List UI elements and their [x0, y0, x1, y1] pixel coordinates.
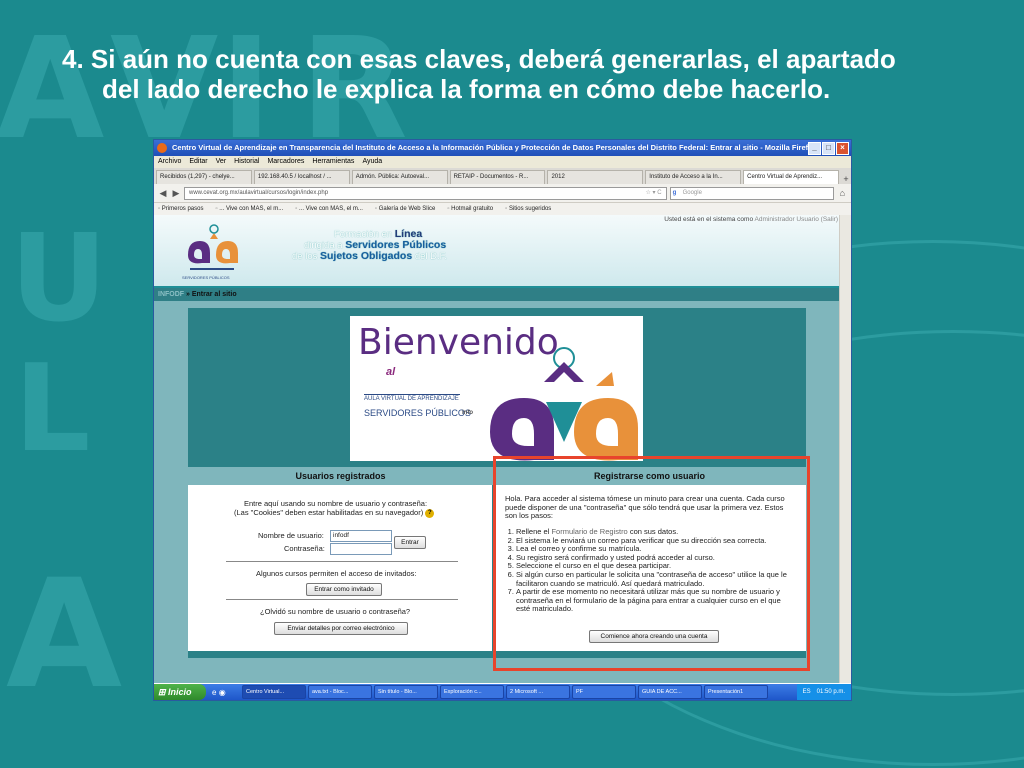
navigation-bar: ◀ ▶ www.cevat.org.mx/aulavirtual/cursos/… [154, 184, 851, 203]
minimize-icon[interactable]: _ [808, 142, 821, 155]
login-panel: Entre aquí usando su nombre de usuario y… [188, 485, 492, 651]
taskbar-item[interactable]: PF [572, 685, 636, 699]
welcome-banner: Bienvenido al AULA VIRTUAL DE APRENDIZAJ… [350, 316, 643, 461]
forgot-text: ¿Olvidó su nombre de usuario o contraseñ… [260, 607, 411, 616]
menu-editar[interactable]: Editar [189, 156, 207, 168]
background-letter: L [14, 340, 91, 479]
menu-bar: Archivo Editar Ver Historial Marcadores … [154, 156, 851, 168]
taskbar-item[interactable]: Sin título - Blo... [374, 685, 438, 699]
login-button[interactable]: Entrar [394, 536, 426, 549]
quick-launch: e ◉ [206, 688, 242, 697]
breadcrumb-separator: » [184, 291, 192, 298]
username-label: Nombre de usuario: [258, 531, 324, 540]
start-button[interactable]: ⊞ Inicio [154, 684, 206, 700]
welcome-al: al [386, 366, 396, 378]
password-label: Contraseña: [284, 544, 325, 553]
search-box[interactable]: g Google [669, 186, 834, 200]
help-icon[interactable]: ? [425, 508, 435, 518]
taskbar-item[interactable]: Centro Virtual... [242, 685, 306, 699]
ava-big-logo [490, 347, 638, 461]
guest-text: Algunos cursos permiten el acceso de inv… [256, 569, 417, 578]
ie-icon[interactable]: e [212, 688, 216, 697]
bookmark-star-icon[interactable]: ☆ ▾ C [646, 188, 662, 199]
welcome-info: info [462, 410, 473, 416]
slogan-part: de los [292, 251, 320, 262]
guest-login-button[interactable]: Entrar como invitado [306, 583, 382, 596]
site-header: Usted está en el sistema como Administra… [154, 215, 840, 288]
slide-title-line1: 4. Si aún no cuenta con esas claves, deb… [62, 44, 896, 74]
taskbar-item[interactable]: GUIA DE ACC... [638, 685, 702, 699]
home-icon[interactable]: ⌂ [840, 188, 845, 198]
logout-link[interactable]: (Salir) [821, 216, 838, 223]
breadcrumb: INFODF » Entrar al sitio [154, 288, 840, 301]
login-intro-2-text: (Las "Cookies" deben estar habilitadas e… [234, 508, 424, 517]
tab-localhost[interactable]: 192.168.40.5 / localhost / ... [253, 170, 350, 184]
password-input[interactable] [330, 543, 392, 555]
window-title: Centro Virtual de Aprendizaje en Transpa… [172, 143, 817, 152]
maximize-icon[interactable]: □ [822, 142, 835, 155]
window-titlebar: Centro Virtual de Aprendizaje en Transpa… [154, 140, 851, 156]
clock: 01:50 p.m. [816, 689, 845, 695]
breadcrumb-current: Entrar al sitio [191, 291, 237, 298]
menu-herramientas[interactable]: Herramientas [312, 156, 354, 168]
forgot-password-button[interactable]: Enviar detalles por correo electrónico [274, 622, 408, 635]
session-text: Usted está en el sistema como [664, 216, 754, 223]
divider [226, 599, 458, 600]
system-tray: ES 01:50 p.m. [796, 684, 851, 700]
logo-caption: SERVIDORES PÚBLICOS [182, 275, 230, 280]
taskbar: ⊞ Inicio e ◉ Centro Virtual... ava.txt -… [154, 684, 851, 700]
google-icon: g [672, 189, 677, 196]
tab-retaip[interactable]: RETAIP - Documentos - R... [449, 170, 546, 184]
divider [226, 561, 458, 562]
welcome-servidores: SERVIDORES PÚBLICOS [364, 408, 471, 418]
firefox-taskbar-icon[interactable]: ◉ [219, 688, 226, 697]
slogan-part: Sujetos Obligados [320, 250, 413, 262]
tab-bar: Recibidos (1,297) - chelye... 192.168.40… [154, 168, 851, 184]
tab-recibidos[interactable]: Recibidos (1,297) - chelye... [156, 170, 252, 184]
tab-centro-virtual[interactable]: Centro Virtual de Aprendiz... [743, 170, 840, 184]
slide-title: 4. Si aún no cuenta con esas claves, deb… [62, 44, 992, 104]
session-user-link[interactable]: Administrador Usuario [755, 216, 819, 223]
menu-marcadores[interactable]: Marcadores [267, 156, 304, 168]
session-info: Usted está en el sistema como Administra… [664, 216, 838, 223]
menu-ayuda[interactable]: Ayuda [362, 156, 382, 168]
tab-instituto[interactable]: Instituto de Acceso a la In... [645, 170, 742, 184]
scrollbar[interactable] [839, 215, 851, 683]
taskbar-item[interactable]: Exploración c... [440, 685, 504, 699]
menu-archivo[interactable]: Archivo [158, 156, 181, 168]
address-bar[interactable]: www.cevat.org.mx/aulavirtual/cursos/logi… [184, 186, 667, 200]
background-letter: A [6, 548, 123, 722]
taskbar-item[interactable]: Presentación1 [704, 685, 768, 699]
ava-logo [188, 224, 238, 270]
site-slogan: Formación en Línea dirigida a Servidores… [292, 229, 448, 263]
welcome-aula: AULA VIRTUAL DE APRENDIZAJE [364, 394, 460, 402]
login-intro-2: (Las "Cookies" deben estar habilitadas e… [234, 508, 435, 518]
tab-admon[interactable]: Admón. Pública: Autoeval... [351, 170, 448, 184]
start-label: Inicio [168, 687, 192, 697]
username-input[interactable]: infodf [330, 530, 392, 542]
window-controls: _ □ × [808, 142, 849, 155]
forward-icon[interactable]: ▶ [171, 188, 181, 199]
close-icon[interactable]: × [836, 142, 849, 155]
new-tab-icon[interactable]: + [841, 174, 851, 184]
url-text: www.cevat.org.mx/aulavirtual/cursos/logi… [189, 189, 329, 196]
registered-users-header: Usuarios registrados [188, 467, 493, 485]
taskbar-item[interactable]: 2 Microsoft ... [506, 685, 570, 699]
language-indicator[interactable]: ES [803, 684, 811, 700]
back-icon[interactable]: ◀ [158, 188, 168, 199]
login-intro-1: Entre aquí usando su nombre de usuario y… [244, 499, 428, 508]
slogan-part: del D.F. [412, 251, 448, 262]
firefox-icon [157, 143, 167, 153]
background-letter: U [10, 210, 108, 349]
slide-title-line2: del lado derecho le explica la forma en … [102, 74, 831, 104]
menu-historial[interactable]: Historial [234, 156, 259, 168]
menu-ver[interactable]: Ver [216, 156, 227, 168]
taskbar-item[interactable]: ava.txt - Bloc... [308, 685, 372, 699]
highlight-box [493, 456, 810, 671]
tab-2012[interactable]: 2012 [547, 170, 644, 184]
search-placeholder: Google [682, 189, 702, 196]
breadcrumb-home-link[interactable]: INFODF [158, 291, 184, 298]
